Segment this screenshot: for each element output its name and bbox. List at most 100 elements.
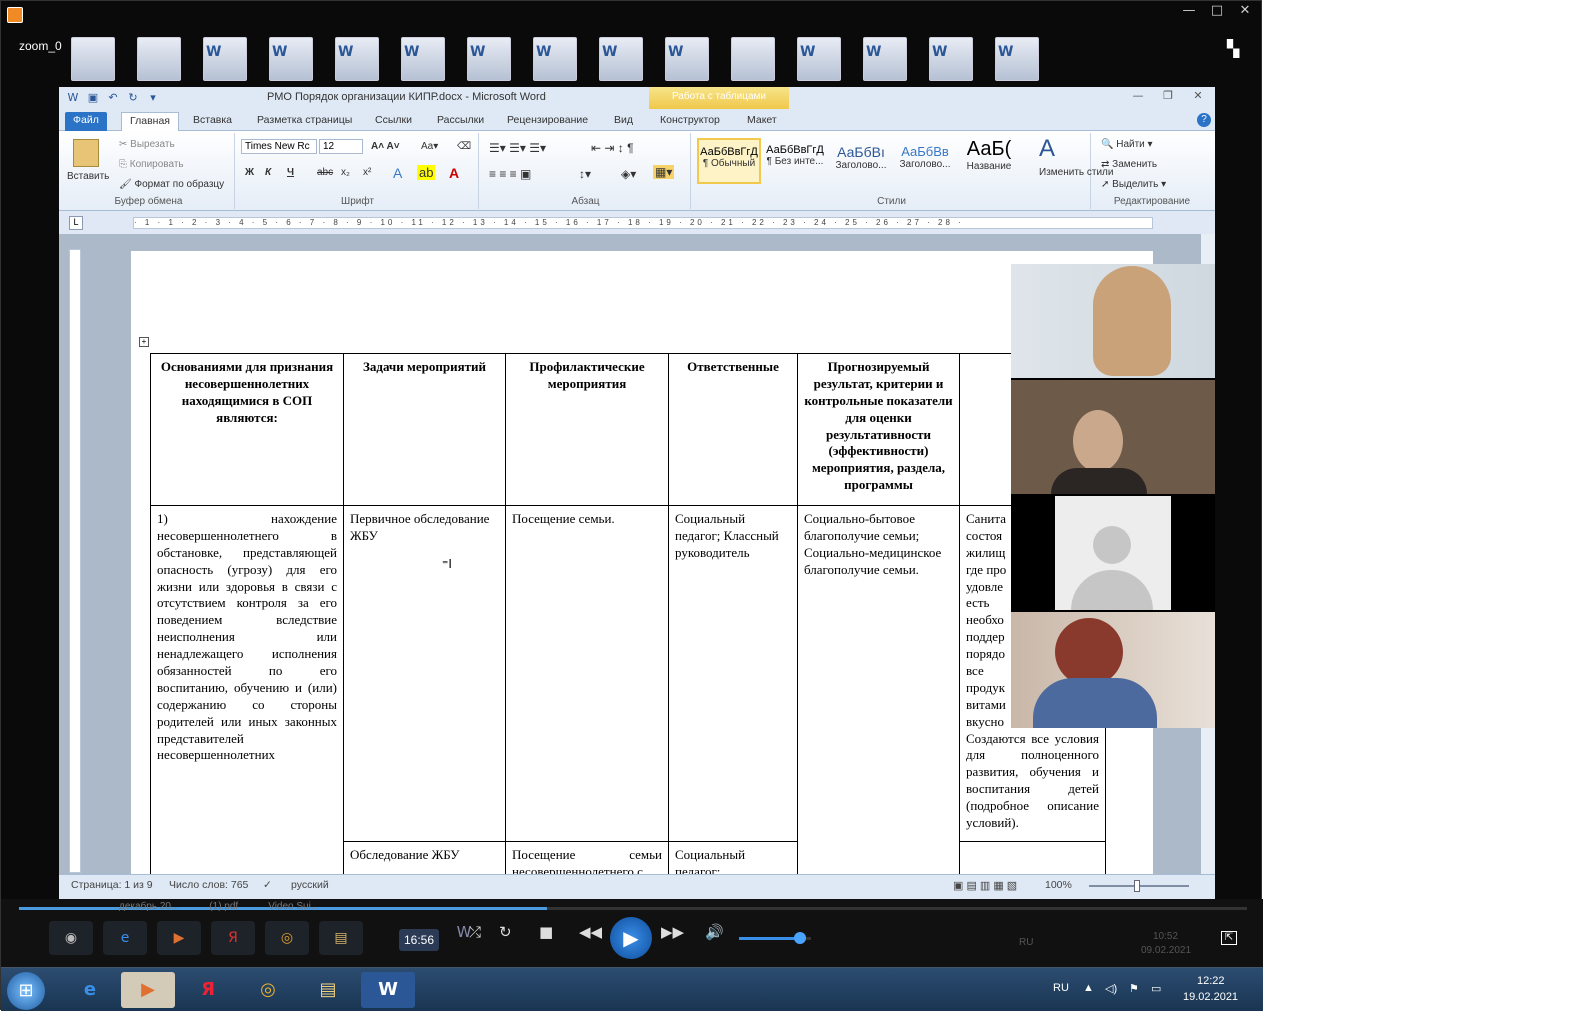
superscript-button[interactable]: x² xyxy=(363,167,371,178)
indent-icon[interactable]: ⇤ ⇥ ↕ ¶ xyxy=(591,141,634,155)
help-icon[interactable]: ? xyxy=(1197,113,1211,127)
grow-font-icon[interactable]: A˄ A˅ xyxy=(371,141,400,152)
paste-button[interactable]: Вставить xyxy=(67,171,109,182)
participant-video[interactable] xyxy=(1011,496,1215,610)
repeat-icon[interactable]: ↻ xyxy=(499,923,512,941)
proofing-icon[interactable]: ✓ xyxy=(263,879,272,891)
style-heading2[interactable]: АаБбВв Заголово... xyxy=(893,138,957,184)
underline-button[interactable]: Ч xyxy=(287,167,294,178)
clear-format-icon[interactable]: ⌫ xyxy=(457,141,471,152)
header-cell[interactable]: Ответственные xyxy=(668,353,798,506)
view-buttons[interactable]: ▣ ▤ ▥ ▦ ▧ xyxy=(953,879,1017,892)
participant-video[interactable] xyxy=(1011,264,1215,378)
style-normal[interactable]: АаБбВвГгД ¶ Обычный xyxy=(697,138,761,184)
track-label[interactable]: (1).pdf xyxy=(209,901,238,912)
font-name-select[interactable]: Times New Rc xyxy=(241,139,317,154)
yandex-taskbar-icon[interactable]: Я xyxy=(181,972,235,1008)
network-tray-icon[interactable]: ▭ xyxy=(1151,982,1161,995)
page-count[interactable]: Страница: 1 из 9 xyxy=(71,879,153,891)
style-title[interactable]: АаБ(Название xyxy=(957,138,1021,184)
tab-view[interactable]: Вид xyxy=(606,112,641,131)
highlight-icon[interactable]: ab xyxy=(417,165,436,180)
replace-button[interactable]: ⇄ Заменить xyxy=(1101,159,1157,170)
clock-date[interactable]: 19.02.2021 xyxy=(1183,991,1238,1003)
tab-home[interactable]: Главная xyxy=(121,112,179,131)
tab-references[interactable]: Ссылки xyxy=(367,112,420,131)
zoom-slider-thumb[interactable] xyxy=(1134,880,1140,892)
header-cell[interactable]: Основаниями для признания несовершенноле… xyxy=(150,353,344,506)
table-cell[interactable]: Первичное обследование ЖБУ ⁼I xyxy=(343,505,506,842)
flag-tray-icon[interactable]: ⚑ xyxy=(1129,982,1139,995)
stop-icon[interactable]: ■ xyxy=(539,923,553,941)
cut-button[interactable]: ✂ Вырезать xyxy=(119,139,175,150)
subscript-button[interactable]: x₂ xyxy=(341,167,350,178)
align-icons[interactable]: ≡ ≡ ≡ ▣ xyxy=(489,167,531,181)
minimize-button[interactable]: — xyxy=(1175,1,1203,21)
chrome-taskbar-icon[interactable]: ◎ xyxy=(241,972,295,1008)
customize-qat-icon[interactable]: ▾ xyxy=(145,90,161,106)
fast-forward-icon[interactable]: ▶▶ xyxy=(661,923,684,941)
header-cell[interactable]: Задачи мероприятий xyxy=(343,353,506,506)
tab-page-layout[interactable]: Разметка страницы xyxy=(249,112,360,131)
language[interactable]: русский xyxy=(291,879,329,891)
table-cell[interactable] xyxy=(959,841,1106,874)
shading-icon[interactable]: ◈▾ xyxy=(621,167,636,181)
volume-knob[interactable] xyxy=(794,932,807,944)
format-painter-button[interactable]: 🖌 Формат по образцу xyxy=(119,179,224,190)
table-cell[interactable]: Посещение семьи. xyxy=(505,505,669,842)
ie-taskbar-icon[interactable]: e xyxy=(63,972,117,1008)
word-close-button[interactable]: ✕ xyxy=(1187,89,1209,105)
table-cell[interactable]: Социальный педагог; Классный руководител… xyxy=(668,505,798,842)
table-cell[interactable]: Социально-бытовое благополучие семьи; Со… xyxy=(797,505,960,874)
language-indicator[interactable]: RU xyxy=(1053,982,1069,994)
start-button[interactable]: ⊞ xyxy=(7,972,45,1010)
select-button[interactable]: ➚ Выделить ▾ xyxy=(1101,179,1166,190)
copy-button[interactable]: ⎘ Копировать xyxy=(119,159,184,170)
italic-button[interactable]: К xyxy=(265,167,271,178)
text-effects-icon[interactable]: A xyxy=(393,165,402,181)
rewind-icon[interactable]: ◀◀ xyxy=(579,923,602,941)
track-label[interactable]: декабрь 20... xyxy=(119,901,179,912)
redo-icon[interactable]: ↻ xyxy=(125,90,141,106)
word-taskbar-icon[interactable]: W xyxy=(361,972,415,1008)
participant-video[interactable] xyxy=(1011,380,1215,494)
zoom-level[interactable]: 100% xyxy=(1045,879,1072,891)
shuffle-icon[interactable]: ⤮ xyxy=(469,923,481,941)
style-heading1[interactable]: АаБбВı Заголово... xyxy=(829,138,893,184)
track-label[interactable]: Video Sui... xyxy=(268,901,319,912)
borders-icon[interactable]: ▦▾ xyxy=(653,165,675,179)
tab-file[interactable]: Файл xyxy=(65,112,107,131)
tab-selector[interactable]: L xyxy=(69,216,83,230)
change-case-icon[interactable]: Aa▾ xyxy=(421,141,438,152)
explorer-taskbar-icon[interactable]: ▤ xyxy=(301,972,355,1008)
undo-icon[interactable]: ↶ xyxy=(105,90,121,106)
tab-design[interactable]: Конструктор xyxy=(652,112,728,131)
fullscreen-icon[interactable]: ⇱ xyxy=(1221,931,1237,945)
font-color-icon[interactable]: A xyxy=(449,165,459,181)
tab-mailings[interactable]: Рассылки xyxy=(429,112,492,131)
style-no-spacing[interactable]: АаБбВвГгД ¶ Без инте... xyxy=(763,138,827,184)
word-count[interactable]: Число слов: 765 xyxy=(169,879,248,891)
header-cell[interactable]: Прогнозируемый результат, критерии и кон… xyxy=(797,353,960,506)
tab-layout[interactable]: Макет xyxy=(739,112,785,131)
word-restore-button[interactable]: ❐ xyxy=(1157,89,1179,105)
paste-icon[interactable] xyxy=(73,139,99,167)
maximize-button[interactable]: □ xyxy=(1203,1,1231,21)
volume-icon[interactable]: 🔊 xyxy=(705,923,724,941)
header-cell[interactable]: Профилактические мероприятия xyxy=(505,353,669,506)
bold-button[interactable]: Ж xyxy=(245,167,254,178)
clock-time[interactable]: 12:22 xyxy=(1197,975,1225,987)
font-size-select[interactable]: 12 xyxy=(319,139,363,154)
tab-insert[interactable]: Вставка xyxy=(185,112,240,131)
close-button[interactable]: ✕ xyxy=(1231,1,1259,21)
table-move-handle[interactable]: + xyxy=(139,337,149,347)
table-cell[interactable]: Социальный педагог; xyxy=(668,841,798,874)
table-cell[interactable]: Посещение семьи несовершеннолетнего с xyxy=(505,841,669,874)
media-player-taskbar-icon[interactable]: ▶ xyxy=(121,972,175,1008)
change-styles-icon[interactable]: A xyxy=(1039,135,1055,163)
tab-review[interactable]: Рецензирование xyxy=(499,112,596,131)
table-cell[interactable]: Обследование ЖБУ xyxy=(343,841,506,874)
volume-tray-icon[interactable]: ◁) xyxy=(1105,982,1117,995)
strikethrough-button[interactable]: abc xyxy=(317,167,333,178)
line-spacing-icon[interactable]: ↕▾ xyxy=(579,167,591,181)
